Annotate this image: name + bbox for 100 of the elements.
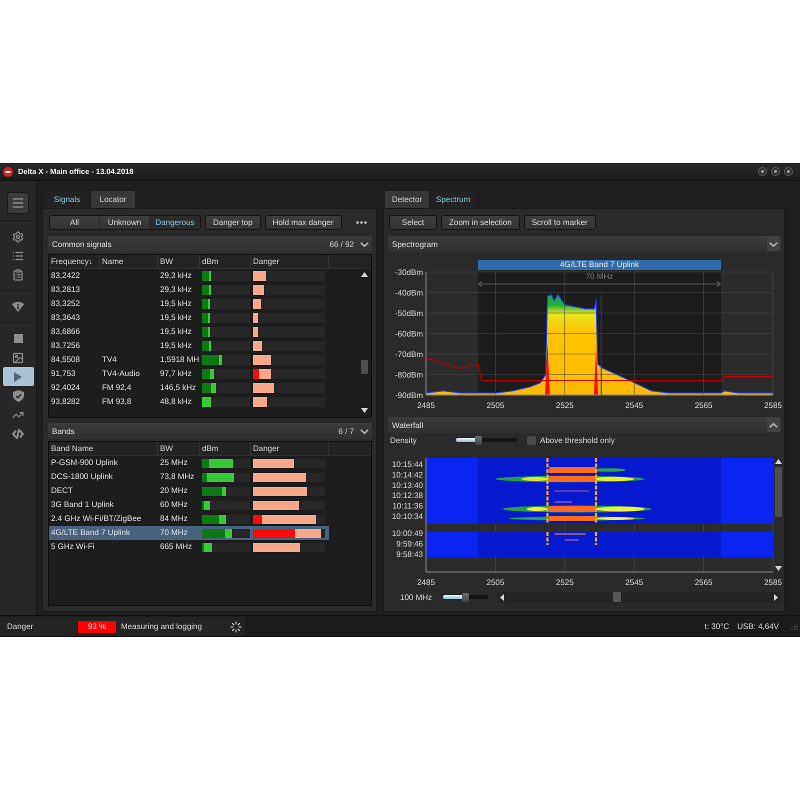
table-cell-text: 91,753 <box>50 368 76 380</box>
scroll-right-icon[interactable] <box>774 594 778 600</box>
danger-level-value: 93 % <box>78 620 116 632</box>
scrollbar-thumb[interactable] <box>361 360 368 374</box>
table-cell-text: 48,8 kHz <box>159 396 193 408</box>
horizontal-scrollbar[interactable] <box>497 592 781 602</box>
tab[interactable]: Signals <box>45 191 89 208</box>
chevron-down-icon[interactable] <box>360 428 369 434</box>
y-axis-label: -90dBm <box>394 391 423 400</box>
column-header[interactable]: Frequency↓ <box>49 255 100 268</box>
table-row[interactable]: 93,8282 FM 93,8 48,8 kHz <box>49 395 329 409</box>
slider-label: Density <box>390 436 418 444</box>
toolbar-button[interactable]: Danger top <box>205 215 261 230</box>
scrollbar-thumb[interactable] <box>774 467 782 516</box>
sidebar-button[interactable] <box>7 192 29 214</box>
scroll-down-icon[interactable] <box>774 566 782 571</box>
collapse-button[interactable] <box>767 237 780 251</box>
y-axis-label: -70dBm <box>394 350 423 359</box>
sidebar-button[interactable] <box>2 367 34 386</box>
table-cell-text: 19,5 kHz <box>159 340 193 352</box>
time-label: 10:13:40 <box>392 480 423 490</box>
filter-button[interactable]: All <box>50 216 100 229</box>
scroll-up-icon[interactable] <box>361 272 368 277</box>
table-row[interactable]: 83,6866 19,5 kHz <box>49 325 329 339</box>
band-label: 4G/LTE Band 7 Uplink <box>478 260 721 270</box>
settings-icon <box>12 230 24 242</box>
tab[interactable]: Spectrum <box>431 191 476 208</box>
toolbar-button[interactable]: Select <box>389 215 437 230</box>
table-row[interactable]: 3G Band 1 Uplink 60 MHz <box>49 498 329 512</box>
collapse-button[interactable] <box>767 418 780 432</box>
table-row[interactable]: 83,2813 29,3 kHz <box>49 283 329 297</box>
table-row[interactable]: 4G/LTE Band 7 Uplink 70 MHz <box>49 526 329 540</box>
table-cell-text: 665 MHz <box>159 541 194 553</box>
table-row[interactable]: 83,2422 29,3 kHz <box>49 269 329 283</box>
table-cell-text: 97,7 kHz <box>159 368 193 380</box>
shield-check-icon <box>12 390 24 402</box>
chevron-down-icon[interactable] <box>360 242 369 246</box>
table-row[interactable]: 83,3252 19,5 kHz <box>49 297 329 311</box>
list-icon <box>12 250 24 262</box>
table-cell-text: 83,3643 <box>50 312 81 324</box>
table-row[interactable]: 83,3643 19,5 kHz <box>49 311 329 325</box>
column-header[interactable]: Danger <box>251 255 329 268</box>
more-icon[interactable] <box>356 221 367 224</box>
column-header[interactable]: dBm <box>200 442 251 455</box>
table-cell-text: 5 GHz Wi-Fi <box>50 541 96 553</box>
x-axis-label: 2525 <box>556 578 574 587</box>
table-row[interactable]: 84,5508 TV4 1,5918 MH <box>49 353 329 367</box>
toolbar-button[interactable]: Hold max danger <box>264 215 342 230</box>
table-cell-text: 146,5 kHz <box>159 382 198 394</box>
section-count: 66 / 92 <box>330 240 354 248</box>
time-label: 10:14:42 <box>392 470 423 480</box>
column-header[interactable]: Danger <box>251 442 329 455</box>
filter-button[interactable]: Dangerous <box>150 216 200 229</box>
scroll-up-icon[interactable] <box>774 459 782 464</box>
section-title: Spectrogram <box>392 240 439 248</box>
table-cell-text: TV4 <box>101 354 118 366</box>
square-icon <box>14 334 22 343</box>
table-cell-text: 83,2813 <box>50 284 81 296</box>
table-cell-text: 83,6866 <box>50 326 81 338</box>
time-label: 9:59:46 <box>396 539 423 548</box>
scrollbar-thumb[interactable] <box>613 592 621 602</box>
column-header[interactable]: BW <box>158 255 200 268</box>
slider-thumb[interactable] <box>462 592 469 602</box>
slider-thumb[interactable] <box>474 436 482 444</box>
table-row[interactable]: 2.4 GHz Wi-Fi/BT/ZigBee 84 MHz <box>49 512 329 526</box>
table-row[interactable]: 5 GHz Wi-Fi 665 MHz <box>49 540 329 554</box>
spinner-icon <box>230 620 242 632</box>
section-title: Common signals <box>52 240 113 248</box>
x-axis-label: 2565 <box>694 578 712 587</box>
checkbox[interactable] <box>527 436 536 444</box>
x-axis-label: 2585 <box>764 578 782 587</box>
app-logo-icon <box>3 166 13 176</box>
time-label: 10:00:49 <box>392 529 423 538</box>
table-row[interactable]: 91,753 TV4-Audio 97,7 kHz <box>49 367 329 381</box>
status-label: Danger <box>7 622 34 631</box>
scroll-down-icon[interactable] <box>361 408 368 413</box>
table-cell-text: P-GSM-900 Uplink <box>50 457 119 469</box>
column-header[interactable]: Band Name <box>49 442 158 455</box>
table-row[interactable]: 92,4024 FM 92,4 146,5 kHz <box>49 381 329 395</box>
x-axis-label: 2545 <box>625 578 644 587</box>
toolbar-button[interactable]: Zoom in selection <box>441 215 520 230</box>
image-icon <box>12 352 24 364</box>
table-row[interactable]: DCS-1800 Uplink 73,8 MHz <box>49 470 329 484</box>
table-row[interactable]: 83,7256 19,5 kHz <box>49 339 329 353</box>
column-header[interactable]: BW <box>158 442 200 455</box>
tab[interactable]: Locator <box>91 191 135 208</box>
table-cell-text: 4G/LTE Band 7 Uplink <box>50 527 132 539</box>
table-cell-text: 1,5918 MH <box>159 354 200 366</box>
column-header[interactable]: Name <box>100 255 158 268</box>
table-row[interactable]: P-GSM-900 Uplink 25 MHz <box>49 456 329 470</box>
tab[interactable]: Detector <box>385 191 429 208</box>
table-row[interactable]: DECT 20 MHz <box>49 484 329 498</box>
table-cell-text: 2.4 GHz Wi-Fi/BT/ZigBee <box>50 513 142 525</box>
table-cell-text: FM 93,8 <box>101 396 132 408</box>
x-axis-label: 2545 <box>625 401 644 410</box>
column-header[interactable]: dBm <box>200 255 251 268</box>
scroll-left-icon[interactable] <box>500 594 504 600</box>
checkbox-label[interactable]: Above threshold only <box>540 436 615 444</box>
toolbar-button[interactable]: Scroll to marker <box>524 215 596 230</box>
code-icon <box>12 428 24 440</box>
